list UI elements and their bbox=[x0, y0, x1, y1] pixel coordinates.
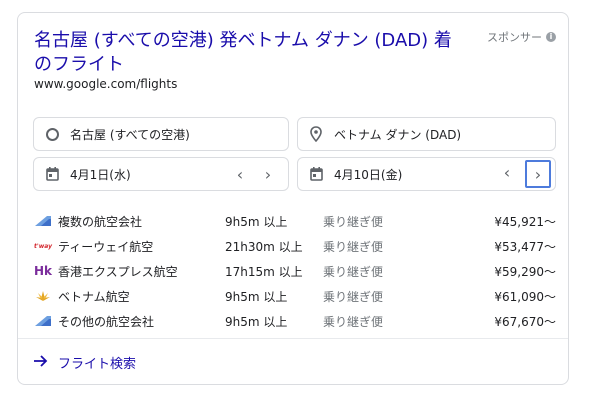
stops-label: 乗り継ぎ便 bbox=[323, 289, 384, 304]
return-date-field[interactable]: 4月10日(金) ‹ › bbox=[297, 157, 556, 191]
destination-field[interactable]: ベトナム ダナン (DAD) bbox=[297, 117, 556, 151]
price: ¥53,477〜 bbox=[494, 239, 556, 254]
flight-duration: 9h5m 以上 bbox=[225, 214, 288, 229]
tway-logo-icon: t'way bbox=[33, 242, 53, 250]
airline-name: その他の航空会社 bbox=[58, 314, 155, 329]
origin-field[interactable]: 名古屋 (すべての空港) bbox=[33, 117, 289, 151]
other-airlines-logo-icon bbox=[34, 315, 52, 327]
stops-label: 乗り継ぎ便 bbox=[323, 214, 384, 229]
depart-prev-chevron-icon[interactable]: ‹ bbox=[230, 162, 250, 186]
flight-ad-card: 名古屋 (すべての空港) 発ベトナム ダナン (DAD) 着のフライト スポンサ… bbox=[17, 12, 569, 385]
price: ¥45,921〜 bbox=[494, 214, 556, 229]
info-icon[interactable]: i bbox=[546, 32, 556, 42]
flight-duration: 9h5m 以上 bbox=[225, 314, 288, 329]
price: ¥59,290〜 bbox=[494, 264, 556, 279]
depart-date-field[interactable]: 4月1日(水) ‹ › bbox=[33, 157, 289, 191]
ad-url: www.google.com/flights bbox=[34, 77, 178, 91]
flight-duration: 9h5m 以上 bbox=[225, 289, 288, 304]
divider bbox=[18, 338, 568, 339]
result-row[interactable]: Hk 香港エクスプレス航空 17h15m 以上 乗り継ぎ便 ¥59,290〜 bbox=[18, 259, 568, 283]
stops-label: 乗り継ぎ便 bbox=[323, 314, 384, 329]
multi-airline-logo-icon bbox=[34, 215, 52, 227]
airline-name: ベトナム航空 bbox=[58, 289, 130, 304]
calendar-icon bbox=[34, 167, 70, 181]
price: ¥67,670〜 bbox=[494, 314, 556, 329]
flight-search-label: フライト検索 bbox=[58, 357, 137, 372]
result-row[interactable]: t'way ティーウェイ航空 21h30m 以上 乗り継ぎ便 ¥53,477〜 bbox=[18, 234, 568, 258]
depart-date-label: 4月1日(水) bbox=[70, 167, 131, 182]
depart-next-chevron-icon[interactable]: › bbox=[258, 162, 278, 186]
calendar-icon bbox=[298, 167, 334, 181]
stops-label: 乗り継ぎ便 bbox=[323, 264, 384, 279]
flight-duration: 17h15m 以上 bbox=[225, 264, 303, 279]
arrow-right-icon bbox=[34, 354, 48, 371]
origin-circle-icon bbox=[34, 127, 70, 141]
airline-name: 複数の航空会社 bbox=[58, 214, 143, 229]
result-row[interactable]: その他の航空会社 9h5m 以上 乗り継ぎ便 ¥67,670〜 bbox=[18, 309, 568, 333]
price: ¥61,090〜 bbox=[494, 289, 556, 304]
result-row[interactable]: ベトナム航空 9h5m 以上 乗り継ぎ便 ¥61,090〜 bbox=[18, 284, 568, 308]
location-pin-icon bbox=[298, 126, 334, 142]
airline-name: 香港エクスプレス航空 bbox=[58, 264, 178, 279]
destination-label: ベトナム ダナン (DAD) bbox=[334, 127, 462, 142]
origin-label: 名古屋 (すべての空港) bbox=[70, 127, 190, 142]
hk-express-logo-icon: Hk bbox=[33, 264, 53, 278]
sponsor-label: スポンサー i bbox=[487, 29, 556, 45]
stops-label: 乗り継ぎ便 bbox=[323, 239, 384, 254]
return-next-chevron-icon[interactable]: › bbox=[525, 160, 551, 188]
vietnam-airlines-logo-icon bbox=[34, 290, 52, 302]
flight-duration: 21h30m 以上 bbox=[225, 239, 303, 254]
return-date-label: 4月10日(金) bbox=[334, 167, 403, 182]
ad-title[interactable]: 名古屋 (すべての空港) 発ベトナム ダナン (DAD) 着のフライト bbox=[34, 29, 464, 77]
sponsor-text: スポンサー bbox=[487, 31, 542, 44]
return-prev-chevron-icon[interactable]: ‹ bbox=[497, 160, 517, 184]
flight-search-link[interactable]: フライト検索 bbox=[34, 353, 136, 372]
result-row[interactable]: 複数の航空会社 9h5m 以上 乗り継ぎ便 ¥45,921〜 bbox=[18, 209, 568, 233]
airline-name: ティーウェイ航空 bbox=[58, 239, 154, 254]
